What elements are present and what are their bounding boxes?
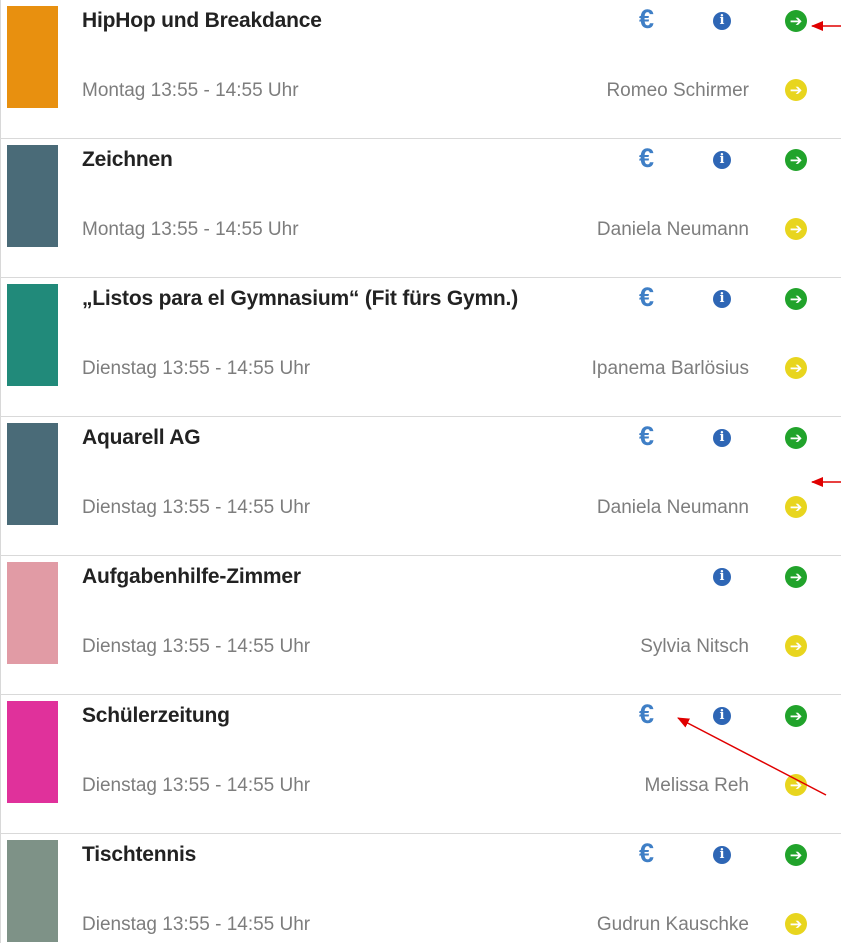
- course-list: HipHop und Breakdance Montag 13:55 - 14:…: [0, 0, 841, 943]
- course-row: „Listos para el Gymnasium“ (Fit fürs Gym…: [0, 278, 841, 417]
- course-row: Aquarell AG Dienstag 13:55 - 14:55 Uhr D…: [0, 417, 841, 556]
- course-teacher: Melissa Reh: [644, 775, 749, 796]
- course-color-bar: [7, 6, 58, 108]
- course-title: Tischtennis: [82, 843, 197, 866]
- arrow-right-yellow-icon[interactable]: ➔: [785, 218, 807, 240]
- arrow-right-yellow-icon[interactable]: ➔: [785, 496, 807, 518]
- course-row: Tischtennis Dienstag 13:55 - 14:55 Uhr G…: [0, 834, 841, 943]
- info-icon[interactable]: i: [713, 429, 731, 447]
- info-icon[interactable]: i: [713, 12, 731, 30]
- arrow-right-yellow-icon[interactable]: ➔: [785, 79, 807, 101]
- info-icon[interactable]: i: [713, 290, 731, 308]
- arrow-right-yellow-icon[interactable]: ➔: [785, 635, 807, 657]
- course-time: Dienstag 13:55 - 14:55 Uhr: [82, 636, 311, 657]
- arrow-right-green-icon[interactable]: ➔: [785, 566, 807, 588]
- info-icon[interactable]: i: [713, 707, 731, 725]
- euro-icon[interactable]: €: [639, 284, 654, 311]
- course-color-bar: [7, 562, 58, 664]
- course-color-bar: [7, 840, 58, 942]
- course-title: „Listos para el Gymnasium“ (Fit fürs Gym…: [82, 287, 518, 310]
- course-row: Schülerzeitung Dienstag 13:55 - 14:55 Uh…: [0, 695, 841, 834]
- course-color-bar: [7, 284, 58, 386]
- course-time: Montag 13:55 - 14:55 Uhr: [82, 219, 299, 240]
- course-time: Dienstag 13:55 - 14:55 Uhr: [82, 775, 311, 796]
- info-icon[interactable]: i: [713, 151, 731, 169]
- euro-icon[interactable]: €: [639, 6, 654, 33]
- course-title: Zeichnen: [82, 148, 173, 171]
- arrow-right-green-icon[interactable]: ➔: [785, 844, 807, 866]
- course-title: Aquarell AG: [82, 426, 201, 449]
- course-title: Schülerzeitung: [82, 704, 230, 727]
- arrow-right-green-icon[interactable]: ➔: [785, 149, 807, 171]
- course-teacher: Ipanema Barlösius: [591, 358, 749, 379]
- course-title: HipHop und Breakdance: [82, 9, 322, 32]
- euro-icon[interactable]: €: [639, 840, 654, 867]
- course-time: Dienstag 13:55 - 14:55 Uhr: [82, 914, 311, 935]
- course-time: Dienstag 13:55 - 14:55 Uhr: [82, 358, 311, 379]
- info-icon[interactable]: i: [713, 568, 731, 586]
- course-color-bar: [7, 145, 58, 247]
- course-teacher: Daniela Neumann: [596, 497, 749, 518]
- arrow-right-green-icon[interactable]: ➔: [785, 288, 807, 310]
- course-row: Aufgabenhilfe-Zimmer Dienstag 13:55 - 14…: [0, 556, 841, 695]
- course-teacher: Daniela Neumann: [596, 219, 749, 240]
- course-title: Aufgabenhilfe-Zimmer: [82, 565, 301, 588]
- arrow-right-yellow-icon[interactable]: ➔: [785, 913, 807, 935]
- course-row: HipHop und Breakdance Montag 13:55 - 14:…: [0, 0, 841, 139]
- course-color-bar: [7, 423, 58, 525]
- course-teacher: Gudrun Kauschke: [596, 914, 749, 935]
- arrow-right-yellow-icon[interactable]: ➔: [785, 357, 807, 379]
- euro-icon[interactable]: €: [639, 423, 654, 450]
- arrow-right-green-icon[interactable]: ➔: [785, 705, 807, 727]
- arrow-right-yellow-icon[interactable]: ➔: [785, 774, 807, 796]
- arrow-right-green-icon[interactable]: ➔: [785, 427, 807, 449]
- course-teacher: Sylvia Nitsch: [640, 636, 749, 657]
- euro-icon[interactable]: €: [639, 145, 654, 172]
- info-icon[interactable]: i: [713, 846, 731, 864]
- course-row: Zeichnen Montag 13:55 - 14:55 Uhr Daniel…: [0, 139, 841, 278]
- euro-icon[interactable]: €: [639, 701, 654, 728]
- course-color-bar: [7, 701, 58, 803]
- course-teacher: Romeo Schirmer: [606, 80, 749, 101]
- course-time: Montag 13:55 - 14:55 Uhr: [82, 80, 299, 101]
- arrow-right-green-icon[interactable]: ➔: [785, 10, 807, 32]
- course-time: Dienstag 13:55 - 14:55 Uhr: [82, 497, 311, 518]
- page: HipHop und Breakdance Montag 13:55 - 14:…: [0, 0, 841, 943]
